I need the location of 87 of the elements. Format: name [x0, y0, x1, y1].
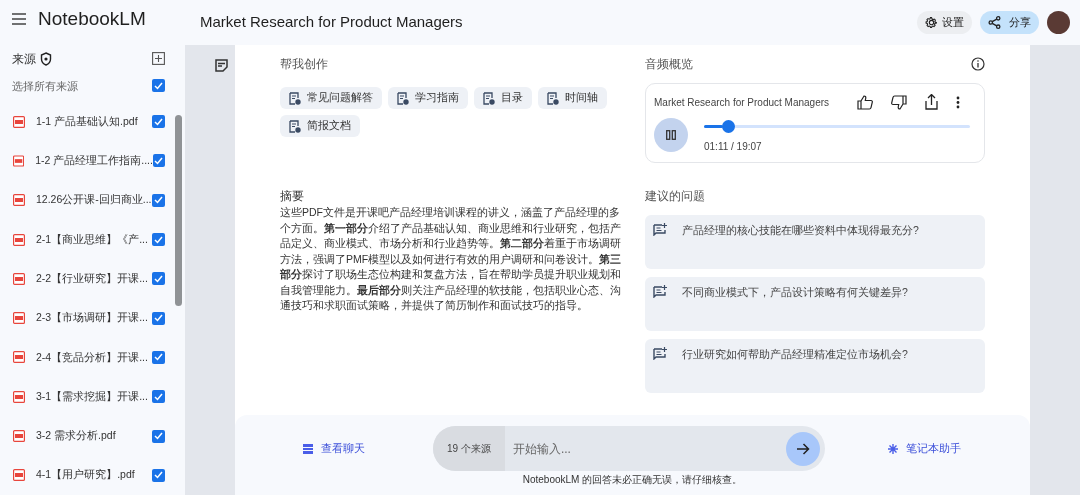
source-name[interactable]: 3-2 需求分析.pdf: [36, 428, 152, 444]
checkbox[interactable]: [152, 154, 165, 168]
share-icon: [988, 16, 1001, 29]
suggested-question[interactable]: 产品经理的核心技能在哪些资料中体现得最充分?: [645, 215, 985, 269]
source-name[interactable]: 1-1 产品基础认知.pdf: [36, 113, 152, 130]
settings-button[interactable]: 设置: [917, 11, 972, 34]
stack-icon: [303, 443, 313, 454]
checkbox[interactable]: [152, 115, 165, 129]
more-icon[interactable]: [956, 95, 960, 109]
checkbox[interactable]: [152, 468, 165, 482]
add-source-icon[interactable]: [152, 52, 165, 66]
select-all-label: 选择所有来源: [12, 78, 78, 94]
source-name[interactable]: 4-1【用户研究】.pdf: [36, 467, 152, 484]
suggested-question[interactable]: 行业研究如何帮助产品经理精准定位市场机会?: [645, 339, 985, 393]
pdf-icon: [13, 272, 25, 285]
checkbox[interactable]: [152, 350, 165, 364]
chat-input[interactable]: 19 个来源 开始输入...: [433, 426, 825, 471]
checkbox[interactable]: [152, 390, 165, 404]
chat-sparkle-icon: [653, 285, 667, 298]
source-name[interactable]: 2-3【市场调研】开课...: [36, 310, 152, 327]
checkbox[interactable]: [152, 233, 165, 247]
share-icon[interactable]: [925, 94, 938, 110]
create-chip[interactable]: 时间轴: [538, 87, 607, 109]
disclaimer: NotebookLM 的回答未必正确无误，请仔细核查。: [522, 473, 743, 487]
source-name[interactable]: 3-1【需求挖掘】开课...: [36, 388, 152, 405]
source-name[interactable]: 2-1【商业思维】《产...: [36, 231, 152, 248]
checkbox[interactable]: [152, 193, 165, 207]
pdf-icon: [13, 233, 25, 246]
chat-sparkle-icon: [653, 347, 667, 360]
app-title: NotebookLM: [38, 6, 146, 31]
chat-input-field[interactable]: 开始输入...: [504, 439, 786, 458]
pause-button[interactable]: [654, 118, 688, 152]
settings-icon: [925, 16, 938, 29]
checkbox[interactable]: [152, 311, 165, 325]
share-button[interactable]: 分享: [980, 11, 1039, 34]
pdf-icon: [13, 154, 25, 167]
menu-icon[interactable]: [12, 12, 26, 25]
thumbs-down-icon[interactable]: [891, 94, 907, 110]
checkbox[interactable]: [152, 79, 165, 93]
chat-sparkle-icon: [653, 223, 667, 236]
create-chip[interactable]: 目录: [474, 87, 532, 109]
checkbox[interactable]: [152, 272, 165, 286]
pdf-icon: [13, 351, 25, 364]
doc-add-icon: [547, 91, 559, 105]
doc-add-icon: [289, 91, 301, 105]
progress-track[interactable]: [704, 120, 970, 133]
pdf-icon: [13, 390, 25, 403]
note-icon: [215, 59, 228, 72]
notebook-assistant-button[interactable]: 笔记本助手: [825, 440, 1023, 457]
section-title: 建议的问题: [645, 188, 706, 205]
summary-title: 摘要: [280, 188, 305, 205]
source-name[interactable]: 1-2 产品经理工作指南....: [35, 153, 153, 169]
pdf-icon: [13, 115, 25, 128]
arrow-right-icon: [796, 442, 810, 455]
track-title: Market Research for Product Managers: [654, 95, 830, 110]
time-reading: 01:11 / 19:07: [704, 140, 763, 154]
doc-add-icon: [289, 119, 301, 133]
pdf-icon: [13, 194, 25, 207]
pdf-icon: [13, 430, 25, 443]
create-chip[interactable]: 简报文档: [280, 115, 360, 137]
pdf-icon: [13, 469, 25, 482]
slider-thumb[interactable]: [721, 120, 735, 133]
info-icon[interactable]: [971, 57, 985, 71]
source-name[interactable]: 12.26公开课-回归商业...: [36, 192, 152, 209]
summary-paragraph: 这些PDF文件是开课吧产品经理培训课程的讲义，涵盖了产品经理的多个方面。第一部分介绍了产品基础认知、商业思维和行业研究，包括产品定义、商业模式、市场分析和行业趋势等。第二部分着重于市场调研方法，强调了PMF模型以及如何进行有效的用户调研和问卷设计。第三部分探讨了职场生态位构建和复盘方法，旨在帮助学员提升职业规划和自我管理能力。最后部分则关注产品经理的软技能，包括职业心态、沟通技巧和求职面试策略，并提供了简历制作和面试技巧的指导。: [280, 205, 623, 313]
avatar[interactable]: [1047, 11, 1070, 34]
shield-icon: [40, 51, 52, 66]
create-chip[interactable]: 常见问题解答: [280, 87, 382, 109]
send-button[interactable]: [786, 431, 820, 466]
doc-add-icon: [397, 91, 409, 105]
source-name[interactable]: 2-2【行业研究】开课...: [36, 271, 152, 287]
checkbox[interactable]: [152, 429, 165, 443]
sources-title: 来源: [12, 50, 36, 68]
notebook-title: Market Research for Product Managers: [200, 12, 463, 33]
section-title: 帮我创作: [280, 56, 329, 73]
source-count: 19 个来源: [433, 426, 505, 471]
source-name[interactable]: 2-4【竞品分析】开课...: [36, 349, 152, 366]
section-title: 音频概览: [645, 56, 693, 73]
view-chat-button[interactable]: 查看聊天: [235, 440, 433, 457]
create-chip[interactable]: 学习指南: [388, 87, 468, 109]
sparkle-icon: [887, 443, 898, 454]
suggested-question[interactable]: 不同商业模式下，产品设计策略有何关键差异?: [645, 277, 985, 331]
scrollbar[interactable]: [175, 115, 182, 306]
pdf-icon: [13, 312, 25, 325]
thumbs-up-icon[interactable]: [857, 94, 873, 110]
doc-add-icon: [483, 91, 495, 105]
pause-icon: [666, 130, 676, 140]
